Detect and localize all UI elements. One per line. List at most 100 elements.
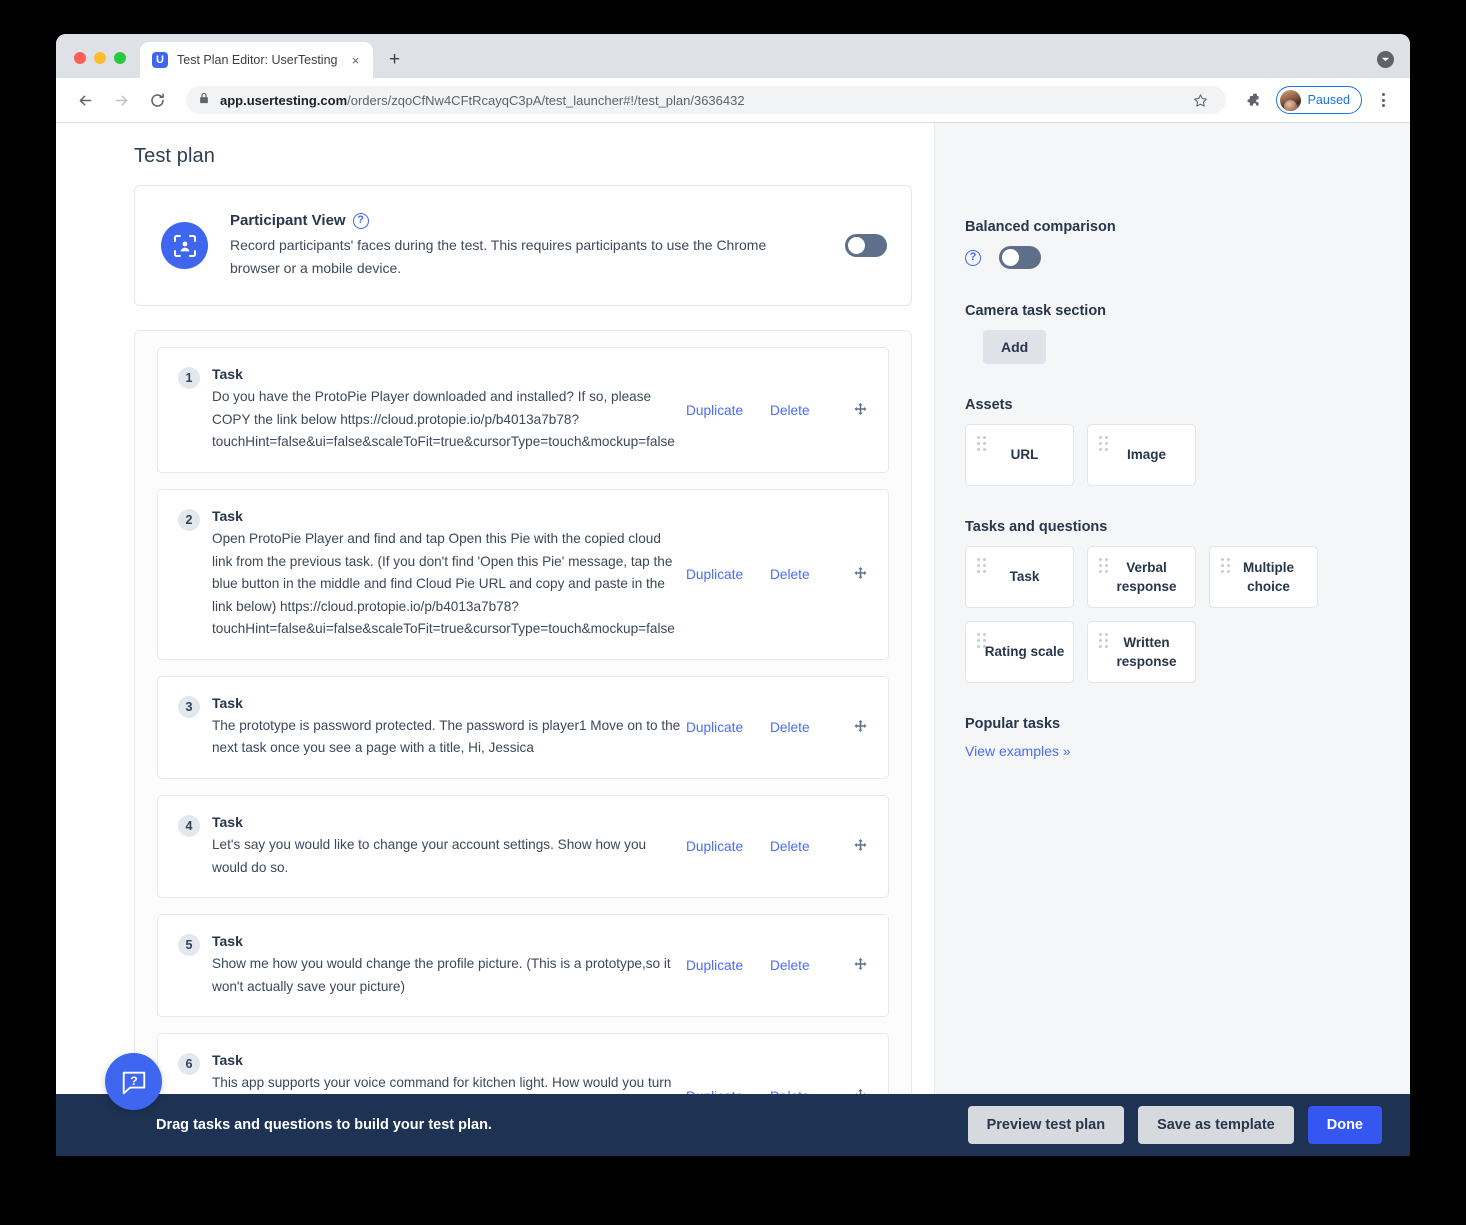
chip-verbal-response[interactable]: Verbal response	[1087, 546, 1196, 608]
chip-label: Written response	[1116, 634, 1177, 669]
delete-task-link[interactable]: Delete	[770, 839, 842, 854]
drag-handle-icon[interactable]	[977, 436, 986, 451]
help-icon[interactable]: ?	[965, 249, 981, 266]
task-content: 1 Task Do you have the ProtoPie Player d…	[178, 366, 686, 454]
chip-written-response[interactable]: Written response	[1087, 621, 1196, 683]
drag-handle-icon[interactable]	[1099, 633, 1108, 648]
task-description[interactable]: Let's say you would like to change your …	[212, 834, 682, 879]
bottom-action-bar: Drag tasks and questions to build your t…	[56, 1094, 1410, 1156]
table-row[interactable]: 2 Task Open ProtoPie Player and find and…	[157, 489, 889, 660]
drag-handle-icon[interactable]	[1221, 558, 1230, 573]
builder-sidebar: Balanced comparison ? Camera task sectio…	[934, 123, 1410, 1156]
move-task-icon[interactable]	[850, 956, 870, 976]
assets-chip-grid: URL Image	[965, 424, 1380, 486]
duplicate-task-link[interactable]: Duplicate	[686, 720, 770, 735]
window-traffic-lights	[56, 52, 140, 78]
bookmark-star-icon[interactable]	[1188, 87, 1214, 113]
participant-view-title: Participant View	[230, 212, 346, 229]
popular-tasks-title: Popular tasks	[965, 716, 1061, 732]
table-row[interactable]: 4 Task Let's say you would like to chang…	[157, 794, 889, 899]
participant-view-toggle[interactable]	[845, 234, 887, 258]
task-content: 4 Task Let's say you would like to chang…	[178, 814, 686, 879]
duplicate-task-link[interactable]: Duplicate	[686, 567, 770, 582]
chip-task[interactable]: Task	[965, 546, 1074, 608]
task-description[interactable]: The prototype is password protected. The…	[212, 715, 682, 760]
delete-task-link[interactable]: Delete	[770, 958, 842, 973]
task-number-badge: 2	[178, 509, 200, 532]
asset-chip-image[interactable]: Image	[1087, 424, 1196, 486]
task-content: 3 Task The prototype is password protect…	[178, 695, 686, 760]
task-type-label: Task	[212, 508, 243, 525]
task-description[interactable]: Open ProtoPie Player and find and tap Op…	[212, 528, 682, 641]
browser-tab[interactable]: U Test Plan Editor: UserTesting ×	[140, 42, 373, 78]
extensions-puzzle-icon[interactable]	[1240, 87, 1266, 113]
chip-rating-scale[interactable]: Rating scale	[965, 621, 1074, 683]
close-window-button[interactable]	[74, 52, 86, 64]
participant-view-card: Participant View ? Record participants' …	[134, 185, 912, 307]
task-description[interactable]: Show me how you would change the profile…	[212, 953, 682, 998]
chip-label: URL	[1010, 447, 1039, 463]
chrome-menu-icon[interactable]	[1370, 87, 1396, 113]
forward-icon[interactable]	[106, 85, 136, 115]
task-description[interactable]: Do you have the ProtoPie Player download…	[212, 386, 682, 454]
move-task-icon[interactable]	[850, 400, 870, 420]
move-task-icon[interactable]	[850, 564, 870, 584]
duplicate-task-link[interactable]: Duplicate	[686, 839, 770, 854]
add-camera-task-button[interactable]: Add	[983, 330, 1047, 364]
camera-task-section-title: Camera task section	[965, 303, 1107, 319]
camera-task-add-row: Add	[965, 330, 1380, 364]
minimize-window-button[interactable]	[94, 52, 106, 64]
done-button[interactable]: Done	[1307, 1106, 1382, 1144]
move-task-icon[interactable]	[850, 837, 870, 857]
delete-task-link[interactable]: Delete	[770, 567, 842, 582]
task-actions: Duplicate Delete	[686, 400, 870, 420]
toggle-knob	[848, 237, 865, 255]
task-text-column: Task Show me how you would change the pr…	[212, 933, 682, 998]
drag-handle-icon[interactable]	[1099, 558, 1108, 573]
address-bar[interactable]: app.usertesting.com/orders/zqoCfNw4CFtRc…	[186, 86, 1226, 114]
table-row[interactable]: 1 Task Do you have the ProtoPie Player d…	[157, 347, 889, 474]
url-path: /orders/zqoCfNw4CFtRcayqC3pA/test_launch…	[347, 92, 745, 108]
preview-test-plan-button[interactable]: Preview test plan	[967, 1106, 1125, 1144]
browser-window: U Test Plan Editor: UserTesting × + app.…	[56, 34, 1410, 1156]
chip-label: Multiple choice	[1243, 559, 1294, 594]
task-number-badge: 4	[178, 814, 200, 837]
profile-status-pill[interactable]: Paused	[1275, 86, 1362, 114]
tab-strip: U Test Plan Editor: UserTesting × +	[56, 34, 1410, 78]
duplicate-task-link[interactable]: Duplicate	[686, 958, 770, 973]
drag-handle-icon[interactable]	[977, 558, 986, 573]
asset-chip-url[interactable]: URL	[965, 424, 1074, 486]
balanced-comparison-title: Balanced comparison	[965, 219, 1116, 235]
save-as-template-button[interactable]: Save as template	[1138, 1106, 1294, 1144]
close-tab-icon[interactable]: ×	[347, 51, 365, 69]
table-row[interactable]: 5 Task Show me how you would change the …	[157, 914, 889, 1018]
view-examples-link[interactable]: View examples »	[965, 743, 1071, 759]
drag-handle-icon[interactable]	[977, 633, 986, 648]
chip-multiple-choice[interactable]: Multiple choice	[1209, 546, 1318, 608]
task-text-column: Task Let's say you would like to change …	[212, 814, 682, 879]
tab-search-icon[interactable]	[1377, 51, 1394, 68]
balanced-comparison-toggle[interactable]	[999, 246, 1041, 269]
maximize-window-button[interactable]	[114, 52, 126, 64]
duplicate-task-link[interactable]: Duplicate	[686, 403, 770, 418]
balanced-comparison-row: ?	[965, 246, 1380, 269]
task-actions: Duplicate Delete	[686, 717, 870, 737]
participant-view-icon	[161, 222, 208, 270]
task-content: 2 Task Open ProtoPie Player and find and…	[178, 508, 686, 641]
help-icon[interactable]: ?	[352, 212, 369, 229]
drag-handle-icon[interactable]	[1099, 436, 1108, 451]
back-icon[interactable]	[70, 85, 100, 115]
move-task-icon[interactable]	[850, 717, 870, 737]
help-chat-button[interactable]: ?	[105, 1053, 162, 1110]
reload-icon[interactable]	[142, 85, 172, 115]
svg-text:?: ?	[130, 1073, 137, 1087]
address-bar-text: app.usertesting.com/orders/zqoCfNw4CFtRc…	[220, 93, 1178, 108]
task-type-label: Task	[212, 694, 243, 711]
chip-label: Verbal response	[1116, 559, 1177, 594]
table-row[interactable]: 3 Task The prototype is password protect…	[157, 675, 889, 779]
delete-task-link[interactable]: Delete	[770, 403, 842, 418]
test-plan-main: Test plan Participant View ? Record part…	[56, 123, 934, 1156]
new-tab-button[interactable]: +	[381, 46, 409, 74]
task-list: 1 Task Do you have the ProtoPie Player d…	[134, 330, 912, 1156]
delete-task-link[interactable]: Delete	[770, 720, 842, 735]
